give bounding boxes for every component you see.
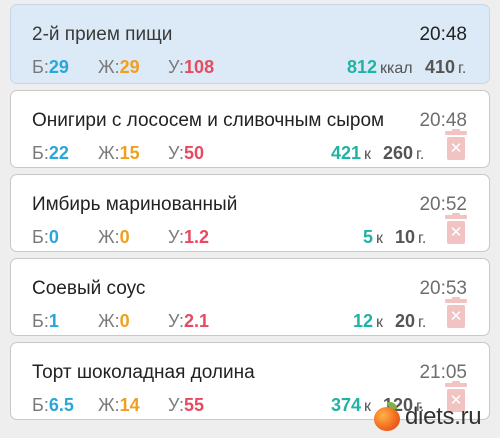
carbs-value: 108 [184, 57, 215, 77]
site-watermark: diets.ru [372, 398, 496, 436]
trash-icon[interactable]: ✕ [445, 129, 467, 160]
protein-label: Б: [32, 57, 49, 77]
calories-unit: к [376, 230, 384, 247]
food-item-card[interactable]: Онигири с лососем и сливочным сыром 20:4… [10, 90, 490, 168]
weight-unit: г. [458, 60, 467, 77]
fat-value: 29 [119, 57, 140, 77]
carbs-macro: У: 108 [168, 57, 228, 78]
fat-value: 15 [119, 143, 140, 163]
carbs-macro: У: 2.1 [168, 311, 228, 332]
food-item-title: Торт шоколадная долина [32, 362, 255, 383]
meal-time: 20:48 [419, 24, 467, 45]
fat-value: 14 [119, 395, 140, 415]
fat-label: Ж: [98, 311, 120, 331]
food-item-card[interactable]: Имбирь маринованный 20:52 Б: 0 Ж: 0 У: 1.2 … [10, 174, 490, 252]
trash-icon[interactable]: ✕ [445, 213, 467, 244]
food-item-title: Соевый соус [32, 278, 146, 299]
protein-label: Б: [32, 395, 49, 415]
carbs-value: 50 [184, 143, 205, 163]
fat-label: Ж: [98, 57, 120, 77]
calories-value: 5 [363, 227, 374, 247]
calories: 5к [363, 227, 383, 248]
macro-row: Б: 1 Ж: 0 У: 2.1 [32, 311, 228, 332]
calories: 374 к [331, 395, 371, 416]
protein-label: Б: [32, 227, 49, 247]
protein-macro: Б: 1 [32, 311, 98, 332]
food-item-title: Имбирь маринованный [32, 194, 238, 215]
calories-unit: к [376, 314, 384, 331]
meal-title: 2-й прием пищи [32, 24, 173, 45]
protein-macro: Б: 29 [32, 57, 98, 78]
weight-unit: г. [418, 230, 427, 247]
protein-value: 6.5 [48, 395, 74, 415]
fat-value: 0 [119, 311, 130, 331]
carbs-label: У: [168, 227, 185, 247]
protein-value: 29 [48, 57, 69, 77]
weight: 260 г. [383, 143, 424, 164]
fat-macro: Ж: 0 [98, 227, 168, 248]
weight-unit: г. [416, 146, 425, 163]
fat-macro: Ж: 0 [98, 311, 168, 332]
protein-label: Б: [32, 143, 49, 163]
carbs-label: У: [168, 57, 185, 77]
macro-row: Б: 6.5 Ж: 14 У: 55 [32, 395, 228, 416]
carbs-label: У: [168, 395, 185, 415]
calories-value: 374 [331, 395, 362, 415]
protein-value: 0 [48, 227, 59, 247]
fat-label: Ж: [98, 143, 120, 163]
protein-macro: Б: 0 [32, 227, 98, 248]
macro-row: Б: 29 Ж: 29 У: 108 [32, 57, 228, 78]
carbs-label: У: [168, 311, 185, 331]
calories-unit: к [364, 398, 372, 415]
protein-label: Б: [32, 311, 49, 331]
calories-unit: ккал [380, 60, 413, 77]
protein-value: 1 [48, 311, 59, 331]
apple-icon [372, 402, 402, 432]
calories-value: 812 [347, 57, 378, 77]
carbs-macro: У: 1.2 [168, 227, 228, 248]
carbs-macro: У: 55 [168, 395, 228, 416]
weight-value: 10 [395, 227, 416, 247]
weight: 20 г. [395, 311, 426, 332]
weight: 410 г. [425, 57, 466, 78]
watermark-text: diets.ru [405, 403, 482, 430]
macro-row: Б: 22 Ж: 15 У: 50 [32, 143, 228, 164]
fat-macro: Ж: 15 [98, 143, 168, 164]
food-item-title: Онигири с лососем и сливочным сыром [32, 110, 385, 131]
weight-value: 410 [425, 57, 456, 77]
carbs-macro: У: 50 [168, 143, 228, 164]
fat-label: Ж: [98, 395, 120, 415]
weight-value: 20 [395, 311, 416, 331]
trash-icon[interactable]: ✕ [445, 297, 467, 328]
weight-unit: г. [418, 314, 427, 331]
fat-macro: Ж: 14 [98, 395, 168, 416]
calories: 421 к [331, 143, 371, 164]
protein-macro: Б: 6.5 [32, 395, 98, 416]
carbs-label: У: [168, 143, 185, 163]
carbs-value: 2.1 [184, 311, 210, 331]
calories: 812 ккал [347, 57, 413, 78]
calories-value: 421 [331, 143, 362, 163]
calories: 12 к [353, 311, 383, 332]
calories-unit: к [364, 146, 372, 163]
fat-label: Ж: [98, 227, 120, 247]
fat-macro: Ж: 29 [98, 57, 168, 78]
protein-value: 22 [48, 143, 69, 163]
weight: 10 г. [395, 227, 426, 248]
calories-value: 12 [353, 311, 374, 331]
protein-macro: Б: 22 [32, 143, 98, 164]
meal-summary-card[interactable]: 2-й прием пищи 20:48 Б: 29 Ж: 29 У: 108 812… [10, 4, 490, 84]
carbs-value: 55 [184, 395, 205, 415]
fat-value: 0 [119, 227, 130, 247]
weight-value: 260 [383, 143, 414, 163]
carbs-value: 1.2 [184, 227, 210, 247]
food-item-card[interactable]: Соевый соус 20:53 Б: 1 Ж: 0 У: 2.1 12 к 20 г.… [10, 258, 490, 336]
macro-row: Б: 0 Ж: 0 У: 1.2 [32, 227, 228, 248]
